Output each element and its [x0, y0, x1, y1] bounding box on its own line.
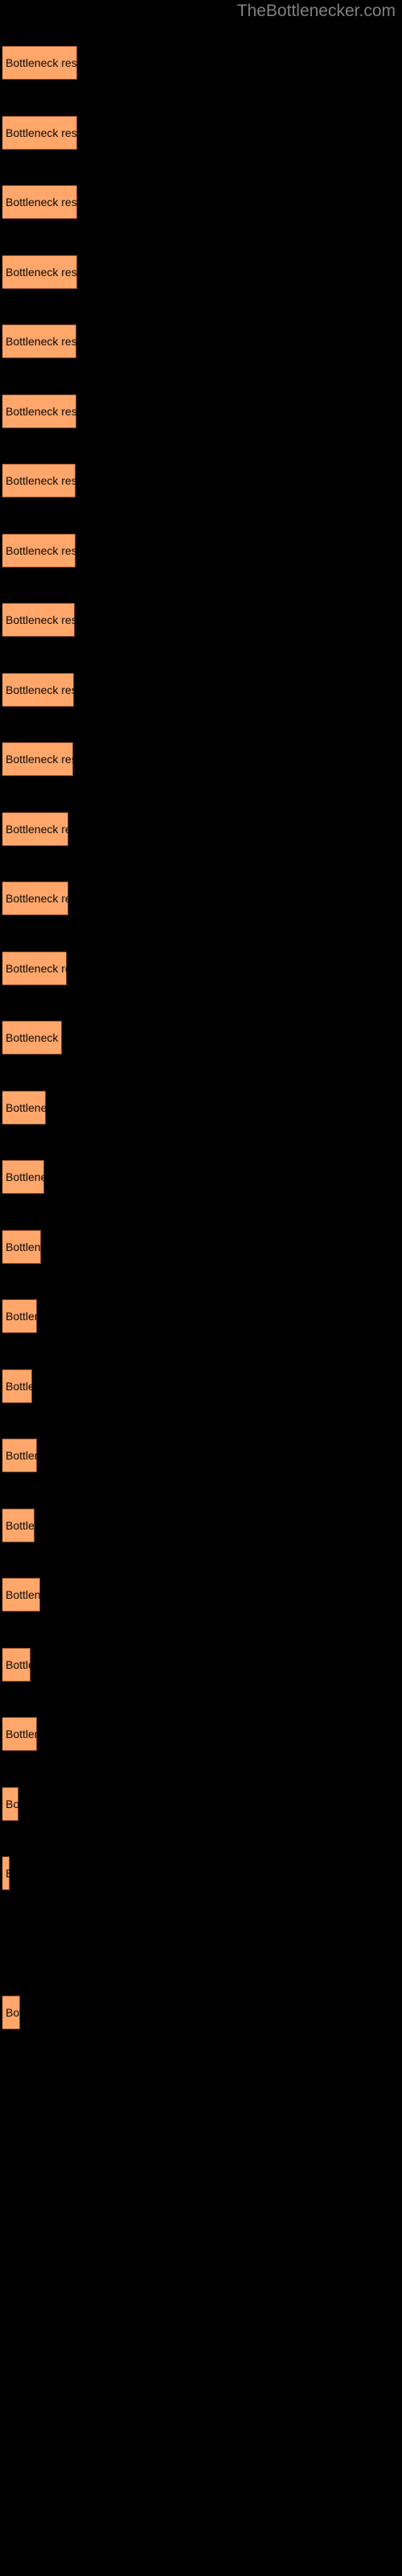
bar-row: Bottleneck result — [0, 1509, 402, 1542]
bar-label: Bottleneck result — [6, 1798, 18, 1810]
bar-label-clip: Bottleneck result — [2, 1578, 40, 1612]
bar-label-clip: Bottleneck result — [2, 603, 75, 637]
bar-label: Bottleneck result — [6, 544, 76, 557]
bar-label: Bottleneck result — [6, 2006, 20, 2019]
bar-label: Bottleneck result — [6, 126, 77, 139]
bar-label: Bottleneck result — [6, 266, 77, 279]
bar-label-clip: Bottleneck result — [2, 324, 76, 358]
bar-label-clip: Bottleneck result — [2, 1717, 37, 1751]
bar-row: Bottleneck result — [0, 185, 402, 219]
bar-label-clip: Bottleneck result — [2, 1091, 46, 1125]
bar-label: Bottleneck result — [6, 1658, 31, 1671]
bar-label-clip: Bottleneck result — [2, 952, 67, 985]
bar-row — [0, 1926, 402, 1960]
bottleneck-chart: TheBottlenecker.com Bottleneck resultBot… — [0, 0, 402, 2576]
bar-row: Bottleneck result — [0, 1717, 402, 1751]
bar-row: Bottleneck result — [0, 255, 402, 289]
bar-label: Bottleneck result — [6, 683, 74, 696]
bar-label: Bottleneck result — [6, 1867, 10, 1880]
bar-label: Bottleneck result — [6, 474, 76, 487]
bar-label-clip: Bottleneck result — [2, 1787, 18, 1821]
bar-row: Bottleneck result — [0, 324, 402, 358]
bar-label-clip: Bottleneck result — [2, 1996, 20, 2029]
bar-label: Bottleneck result — [6, 405, 76, 418]
bar-label-clip: Bottleneck result — [2, 673, 74, 707]
bar-label: Bottleneck result — [6, 613, 75, 626]
bar-row: Bottleneck result — [0, 1160, 402, 1194]
bar-row: Bottleneck result — [0, 1021, 402, 1055]
bar-label: Bottleneck result — [6, 1170, 44, 1183]
bar-label-clip: Bottleneck result — [2, 46, 77, 80]
bar-label: Bottleneck result — [6, 1031, 62, 1044]
bar-label: Bottleneck result — [6, 1380, 32, 1393]
bar-row: Bottleneck result — [0, 394, 402, 428]
bar-label: Bottleneck result — [6, 56, 77, 69]
bar-row: Bottleneck result — [0, 812, 402, 846]
bar-row: Bottleneck result — [0, 46, 402, 80]
bar-label: Bottleneck result — [6, 1101, 46, 1114]
bar-label: Bottleneck result — [6, 1449, 37, 1462]
bar-row: Bottleneck result — [0, 1996, 402, 2029]
bar-label-clip: Bottleneck result — [2, 1021, 62, 1055]
bar-label-clip: Bottleneck result — [2, 1856, 10, 1890]
bar-row: Bottleneck result — [0, 1091, 402, 1125]
bar-label-clip: Bottleneck result — [2, 464, 76, 497]
bar-label-clip: Bottleneck result — [2, 812, 68, 846]
bar-label-clip: Bottleneck result — [2, 394, 76, 428]
bar-label-clip: Bottleneck result — [2, 1299, 37, 1333]
bar-label-clip: Bottleneck result — [2, 255, 77, 289]
bar-label: Bottleneck result — [6, 335, 76, 348]
bar-row: Bottleneck result — [0, 881, 402, 915]
bar-label-clip: Bottleneck result — [2, 881, 68, 915]
bar-label-clip: Bottleneck result — [2, 1439, 37, 1472]
bar-row: Bottleneck result — [0, 116, 402, 150]
bar-label: Bottleneck result — [6, 1310, 37, 1323]
bar-label: Bottleneck result — [6, 962, 67, 975]
bar-row: Bottleneck result — [0, 464, 402, 497]
bar-label: Bottleneck result — [6, 196, 77, 208]
plot-area: Bottleneck result Bottleneck result Bottle… — [0, 0, 402, 2576]
bar-row: Bottleneck result — [0, 673, 402, 707]
bar-label: Bottleneck result — [6, 1588, 40, 1601]
bar-row: Bottleneck result — [0, 1299, 402, 1333]
bar-row: Bottleneck result — [0, 1369, 402, 1403]
bar-label-clip: Bottleneck result — [2, 1160, 44, 1194]
bar-row: Bottleneck result — [0, 603, 402, 637]
bar-label-clip: Bottleneck result — [2, 1509, 35, 1542]
bar-label-clip: Bottleneck result — [2, 116, 77, 150]
bar-row: Bottleneck result — [0, 742, 402, 776]
bar-label-clip: Bottleneck result — [2, 534, 76, 568]
bar-label: Bottleneck result — [6, 1519, 35, 1532]
bar-row: Bottleneck result — [0, 1856, 402, 1890]
bar-row: Bottleneck result — [0, 1230, 402, 1264]
bar-row: Bottleneck result — [0, 1578, 402, 1612]
bar-label: Bottleneck result — [6, 892, 68, 905]
bar-row: Bottleneck result — [0, 534, 402, 568]
bar-row: Bottleneck result — [0, 1648, 402, 1682]
bar-label-clip: Bottleneck result — [2, 1230, 41, 1264]
bar-label-clip: Bottleneck result — [2, 1369, 32, 1403]
bar-row: Bottleneck result — [0, 1787, 402, 1821]
bar-label: Bottleneck result — [6, 823, 68, 836]
bar-label: Bottleneck result — [6, 753, 73, 766]
bar-label-clip: Bottleneck result — [2, 742, 73, 776]
bar-row: Bottleneck result — [0, 952, 402, 985]
bar-row: Bottleneck result — [0, 1439, 402, 1472]
bar-label-clip: Bottleneck result — [2, 185, 77, 219]
bar-label-clip: Bottleneck result — [2, 1648, 31, 1682]
bar-label: Bottleneck result — [6, 1241, 41, 1253]
bar-label: Bottleneck result — [6, 1728, 37, 1740]
